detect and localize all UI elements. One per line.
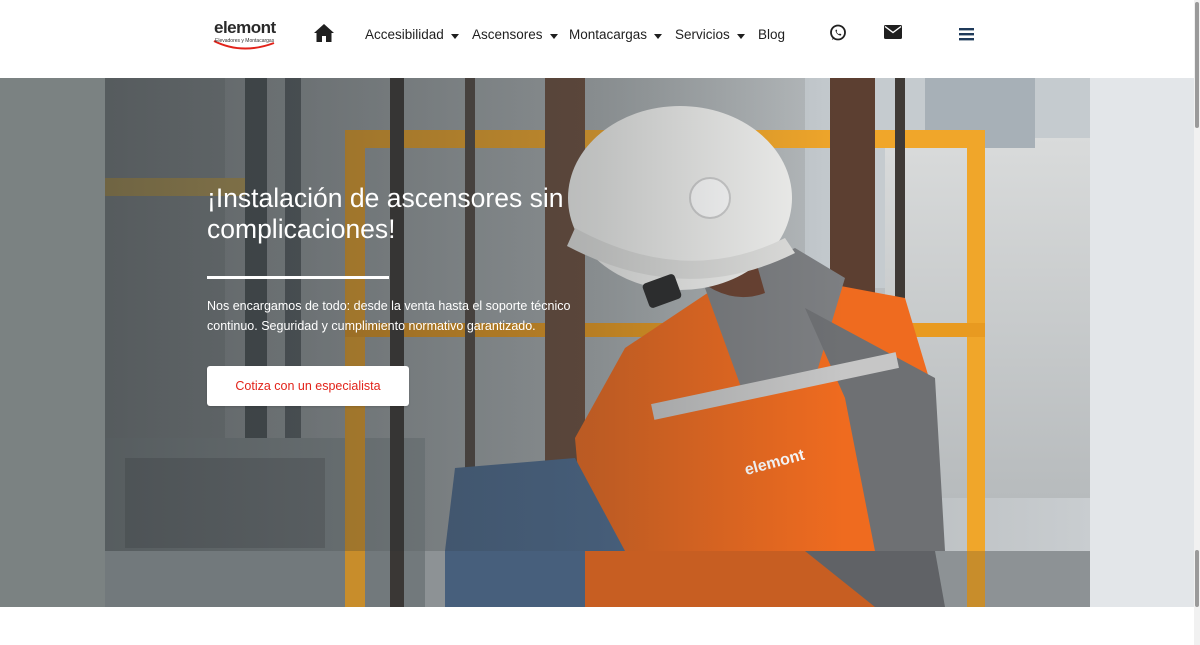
nav-item-label: Blog [758, 27, 786, 42]
nav-item-montacargas[interactable]: Montacargas [569, 27, 663, 43]
scrollbar-thumb[interactable] [1195, 2, 1199, 128]
brand-logo[interactable]: elemont Elevadores y Montacargas [212, 19, 276, 53]
nav-item-label: Servicios [675, 27, 730, 42]
nav-item-servicios[interactable]: Servicios [675, 27, 745, 43]
hero-title: ¡Instalación de ascensores sin complicac… [207, 183, 564, 244]
home-icon [314, 24, 334, 42]
hero-description: Nos encargamos de todo: desde la venta h… [207, 299, 571, 333]
home-button[interactable] [313, 23, 335, 43]
envelope-icon [884, 25, 902, 39]
site-header: elemont Elevadores y Montacargas Accesib… [0, 0, 1194, 78]
email-button[interactable] [884, 25, 902, 44]
scrollbar-thumb-secondary[interactable] [1195, 550, 1199, 607]
nav-item-label: Accesibilidad [365, 27, 444, 42]
nav-item-label: Ascensores [472, 27, 543, 42]
hamburger-menu-icon [959, 28, 974, 41]
chevron-down-icon [654, 33, 663, 39]
nav-item-label: Montacargas [569, 27, 648, 42]
whatsapp-button[interactable] [829, 24, 847, 47]
quote-specialist-button[interactable]: Cotiza con un especialista [207, 366, 409, 406]
hero-side-panel-right [1090, 78, 1194, 607]
hero-strip-image [105, 551, 1090, 607]
whatsapp-icon [830, 24, 846, 41]
logo-tagline: Elevadores y Montacargas [215, 38, 275, 44]
chevron-down-icon [549, 33, 558, 39]
chevron-down-icon [736, 33, 745, 39]
menu-button[interactable] [959, 27, 974, 46]
hero-side-panel-left [0, 78, 105, 607]
hero-divider [207, 276, 389, 279]
hero-image-strip [105, 551, 1090, 607]
chevron-down-icon [450, 33, 459, 39]
hero-content: ¡Instalación de ascensores sin complicac… [207, 183, 617, 245]
nav-item-accesibilidad[interactable]: Accesibilidad [365, 27, 459, 43]
nav-item-blog[interactable]: Blog [758, 27, 785, 43]
nav-item-ascensores[interactable]: Ascensores [472, 27, 558, 43]
